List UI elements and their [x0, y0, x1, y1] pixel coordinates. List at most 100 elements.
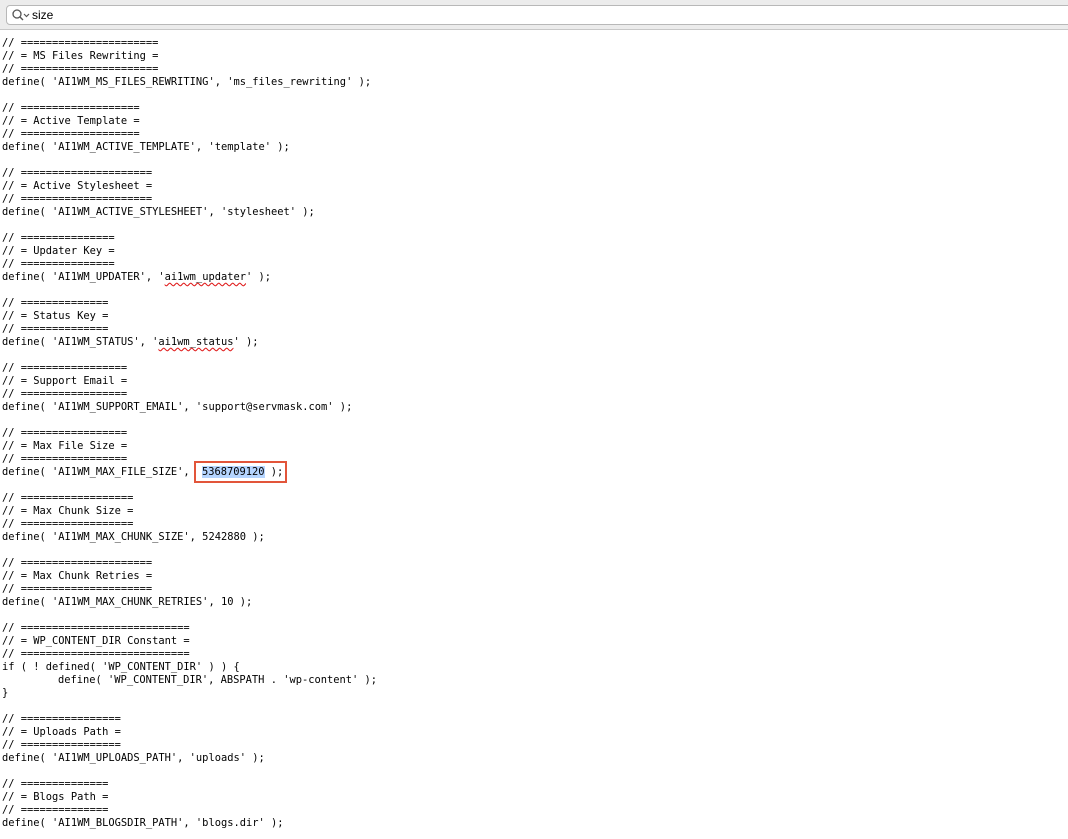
find-input[interactable] — [32, 7, 332, 23]
code-line: // = Max Chunk Retries = — [2, 570, 377, 583]
code-line: } — [2, 687, 377, 700]
code-text: define( 'AI1WM_MAX_CHUNK_RETRIES', 10 ); — [2, 596, 253, 608]
code-line: // ================= — [2, 388, 377, 401]
code-line: // = Blogs Path = — [2, 791, 377, 804]
code-line: // ================= — [2, 427, 377, 440]
code-line: // = Active Template = — [2, 115, 377, 128]
code-text: // =========================== — [2, 648, 190, 660]
code-line: // =============== — [2, 258, 377, 271]
find-bar — [0, 0, 1068, 30]
code-line: // =========================== — [2, 622, 377, 635]
code-text: // ================ — [2, 713, 121, 725]
code-line: define( 'AI1WM_UPDATER', 'ai1wm_updater'… — [2, 271, 377, 284]
code-text: // ============== — [2, 778, 109, 790]
code-line: // ===================== — [2, 583, 377, 596]
code-line: // ===================== — [2, 557, 377, 570]
find-field[interactable] — [6, 5, 1068, 25]
code-text: // ================== — [2, 518, 134, 530]
code-text: // ===================== — [2, 557, 153, 569]
code-text: define( 'WP_CONTENT_DIR', ABSPATH . 'wp-… — [58, 674, 378, 686]
code-line: define( 'AI1WM_MAX_CHUNK_SIZE', 5242880 … — [2, 531, 377, 544]
code-text: // = MS Files Rewriting = — [2, 50, 159, 62]
code-line: // ============== — [2, 778, 377, 791]
code-line: // =================== — [2, 102, 377, 115]
source-code: // ======================// = MS Files R… — [2, 37, 377, 830]
code-text: define( 'AI1WM_ACTIVE_STYLESHEET', 'styl… — [2, 206, 315, 218]
highlighted-match-box: 5368709120 ); — [193, 461, 288, 483]
code-line: // ============== — [2, 297, 377, 310]
code-line: define( 'AI1WM_UPLOADS_PATH', 'uploads' … — [2, 752, 377, 765]
code-text: ' ); — [233, 336, 259, 348]
code-text: // ================= — [2, 427, 128, 439]
code-text: // ================== — [2, 492, 134, 504]
code-line: // ================== — [2, 518, 377, 531]
code-line: // =================== — [2, 128, 377, 141]
code-line: define( 'AI1WM_STATUS', 'ai1wm_status' )… — [2, 336, 377, 349]
code-text: // =============== — [2, 258, 115, 270]
code-text: // = Active Stylesheet = — [2, 180, 153, 192]
code-text: // ============== — [2, 297, 109, 309]
code-text: if ( ! defined( 'WP_CONTENT_DIR' ) ) { — [2, 661, 240, 673]
code-line: // ================ — [2, 713, 377, 726]
code-line: // ================= — [2, 362, 377, 375]
code-line: // ============== — [2, 804, 377, 817]
code-line: // ================== — [2, 492, 377, 505]
code-text: ' ); — [245, 271, 272, 283]
code-text: ); — [264, 466, 284, 478]
code-line: // = Support Email = — [2, 375, 377, 388]
code-text: } — [2, 687, 9, 699]
code-line: // = Max File Size = — [2, 440, 377, 453]
code-text: // ====================== — [2, 63, 159, 75]
code-text: // ================= — [2, 362, 128, 374]
code-text: define( 'AI1WM_MAX_FILE_SIZE', — [2, 466, 196, 478]
code-text: define( 'AI1WM_UPLOADS_PATH', 'uploads' … — [2, 752, 265, 764]
code-text: // = Active Template = — [2, 115, 140, 127]
code-text: define( 'AI1WM_BLOGSDIR_PATH', 'blogs.di… — [2, 817, 284, 829]
code-text: // ===================== — [2, 193, 153, 205]
code-line: define( 'WP_CONTENT_DIR', ABSPATH . 'wp-… — [2, 674, 377, 687]
code-line: // ================ — [2, 739, 377, 752]
code-text: // = Status Key = — [2, 310, 109, 322]
code-line: // =========================== — [2, 648, 377, 661]
code-text: // = WP_CONTENT_DIR Constant = — [2, 635, 190, 647]
code-text: // =========================== — [2, 622, 190, 634]
code-text: // ============== — [2, 804, 109, 816]
code-line: define( 'AI1WM_ACTIVE_STYLESHEET', 'styl… — [2, 206, 377, 219]
code-line: define( 'AI1WM_SUPPORT_EMAIL', 'support@… — [2, 401, 377, 414]
code-text: define( 'AI1WM_ACTIVE_TEMPLATE', 'templa… — [2, 141, 290, 153]
code-line: // = Max Chunk Size = — [2, 505, 377, 518]
code-text: define( 'AI1WM_MS_FILES_REWRITING', 'ms_… — [2, 76, 372, 88]
code-text: // = Max Chunk Retries = — [2, 570, 153, 582]
code-text: // ================ — [2, 739, 121, 751]
selected-value[interactable]: 5368709120 — [201, 466, 265, 478]
code-line: // ===================== — [2, 193, 377, 206]
code-text: // ===================== — [2, 167, 153, 179]
code-text: // ================= — [2, 388, 128, 400]
code-line: define( 'AI1WM_ACTIVE_TEMPLATE', 'templa… — [2, 141, 377, 154]
code-line: // ============== — [2, 323, 377, 336]
code-line: // = MS Files Rewriting = — [2, 50, 377, 63]
code-line: if ( ! defined( 'WP_CONTENT_DIR' ) ) { — [2, 661, 377, 674]
code-line: // ====================== — [2, 37, 377, 50]
code-text: define( 'AI1WM_STATUS', ' — [2, 336, 159, 348]
code-text: // ====================== — [2, 37, 159, 49]
code-line: // =============== — [2, 232, 377, 245]
code-line: define( 'AI1WM_MAX_FILE_SIZE', 536870912… — [2, 461, 377, 483]
code-line: // = Status Key = — [2, 310, 377, 323]
search-dropdown-icon[interactable] — [11, 8, 31, 22]
code-text: // = Support Email = — [2, 375, 128, 387]
spellcheck-word: ai1wm_status — [158, 336, 234, 348]
code-text: // = Max Chunk Size = — [2, 505, 134, 517]
code-line: // ====================== — [2, 63, 377, 76]
code-line: // = Active Stylesheet = — [2, 180, 377, 193]
code-text: define( 'AI1WM_MAX_CHUNK_SIZE', 5242880 … — [2, 531, 265, 543]
code-text: // = Blogs Path = — [2, 791, 109, 803]
